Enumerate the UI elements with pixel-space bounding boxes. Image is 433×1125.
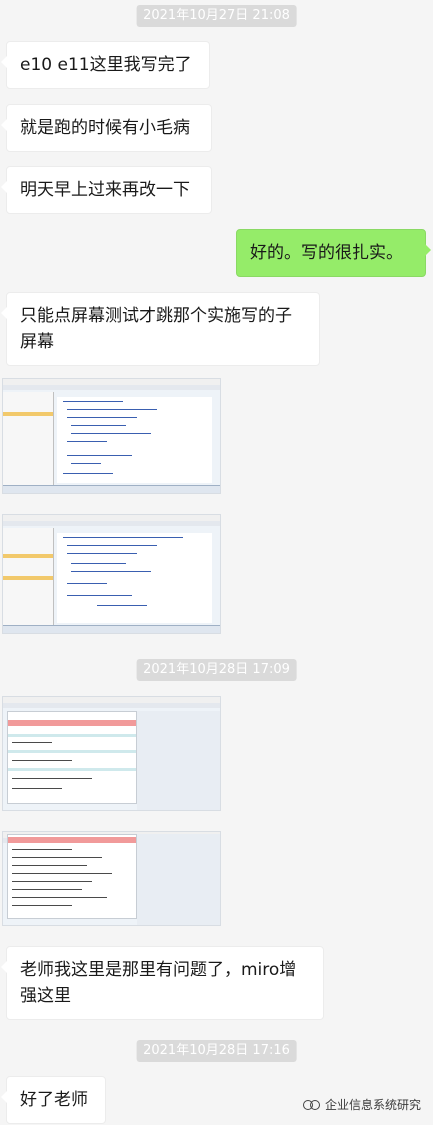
image-message-screenshot[interactable] — [2, 831, 221, 926]
watermark-text: 企业信息系统研究 — [324, 1098, 421, 1112]
message-bubble-received[interactable]: e10 e11这里我写完了 — [1, 41, 210, 89]
message-text: 好了老师 — [20, 1090, 88, 1110]
message-text: 好的。写的很扎实。 — [250, 243, 403, 263]
message-bubble-received[interactable]: 明天早上过来再改一下 — [1, 166, 212, 214]
message-bubble-sent[interactable]: 好的。写的很扎实。 — [236, 229, 431, 277]
image-message-screenshot[interactable] — [2, 514, 221, 634]
message-text: 就是跑的时候有小毛病 — [20, 118, 190, 138]
message-text: 明天早上过来再改一下 — [20, 180, 190, 200]
message-bubble-received[interactable]: 好了老师 — [1, 1076, 106, 1124]
timestamp: 2021年10月27日 21:08 — [136, 5, 297, 27]
watermark: 企业信息系统研究 — [302, 1096, 421, 1113]
timestamp: 2021年10月28日 17:16 — [136, 1040, 297, 1062]
timestamp: 2021年10月28日 17:09 — [136, 659, 297, 681]
image-message-screenshot[interactable] — [2, 696, 221, 811]
wechat-channel-icon — [302, 1098, 320, 1112]
message-text: 只能点屏幕测试才跳那个实施写的子屏幕 — [20, 306, 292, 352]
message-text: 老师我这里是那里有问题了，miro增强这里 — [20, 960, 297, 1006]
message-bubble-received[interactable]: 老师我这里是那里有问题了，miro增强这里 — [1, 946, 324, 1020]
message-bubble-received[interactable]: 就是跑的时候有小毛病 — [1, 104, 212, 152]
message-text: e10 e11这里我写完了 — [20, 55, 192, 75]
image-message-screenshot[interactable] — [2, 378, 221, 494]
message-bubble-received[interactable]: 只能点屏幕测试才跳那个实施写的子屏幕 — [1, 292, 320, 366]
